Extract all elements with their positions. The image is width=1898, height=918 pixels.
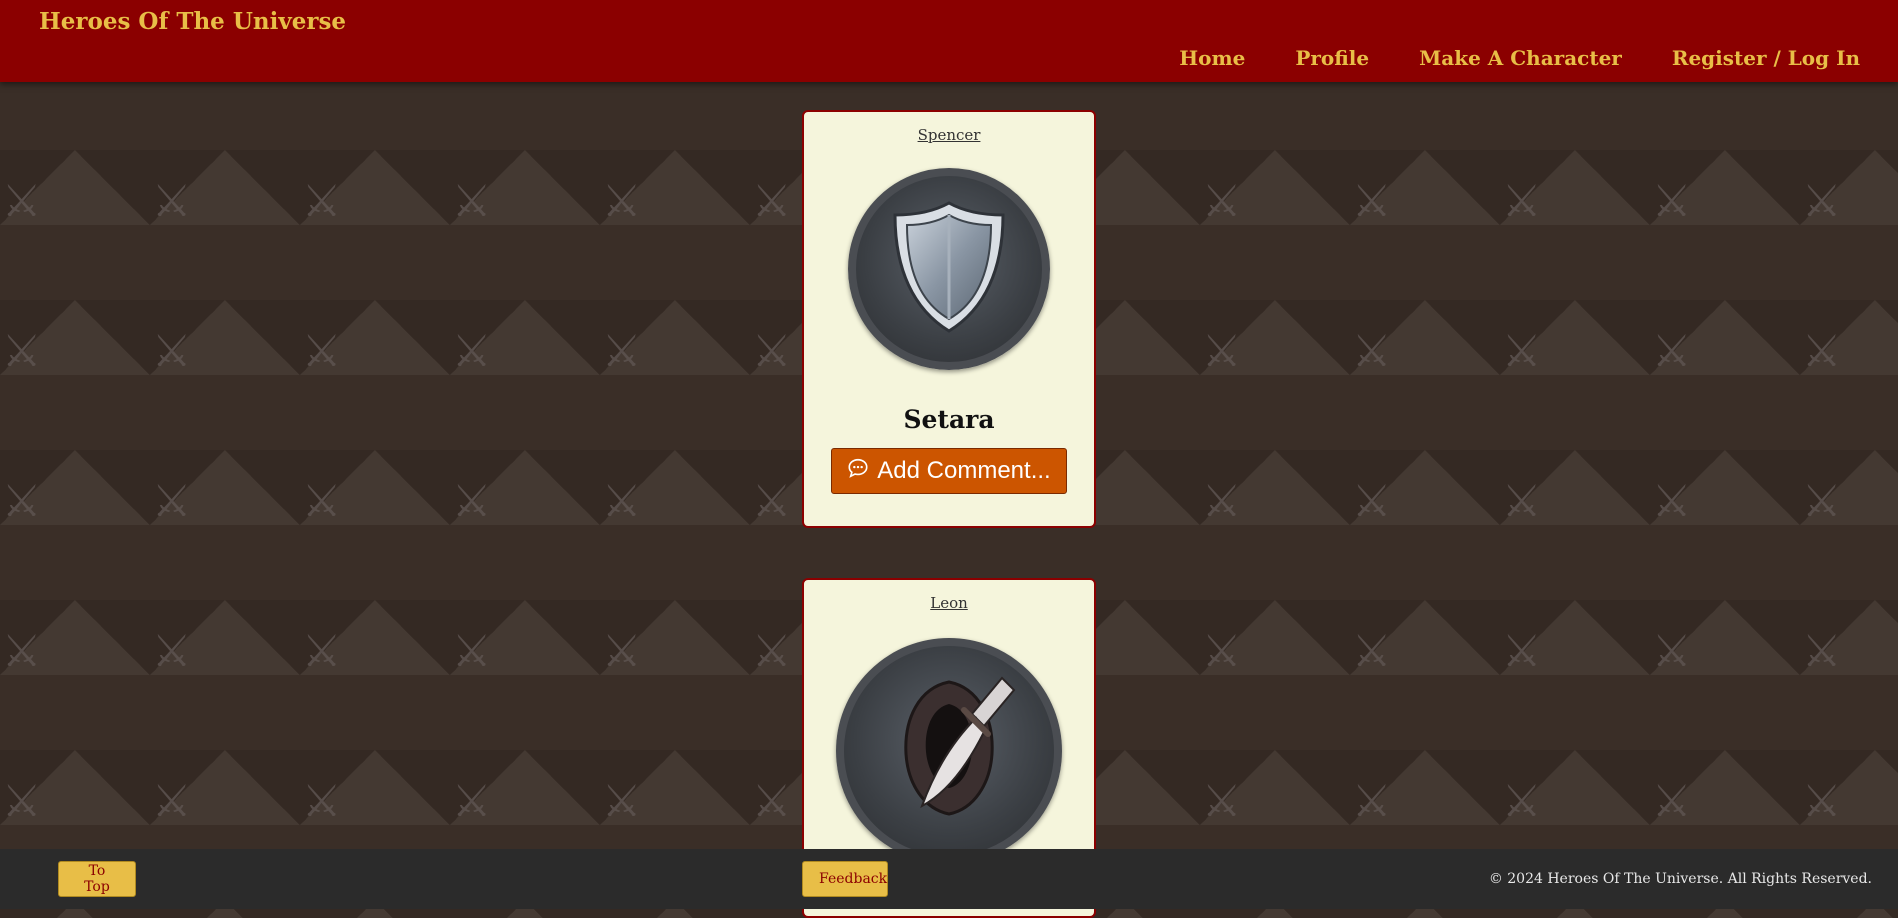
site-header: Heroes Of The Universe Home Profile Make… <box>0 0 1898 82</box>
owner-link[interactable]: Leon <box>930 594 968 612</box>
crossed-swords-icon: ⚔ <box>602 326 642 377</box>
crossed-swords-icon: ⚔ <box>752 626 792 677</box>
crossed-swords-icon: ⚔ <box>1202 176 1242 227</box>
crossed-swords-icon: ⚔ <box>1502 326 1542 377</box>
crossed-swords-icon: ⚔ <box>452 776 492 827</box>
nav-profile[interactable]: Profile <box>1295 46 1369 70</box>
crossed-swords-icon: ⚔ <box>602 176 642 227</box>
crossed-swords-icon: ⚔ <box>1502 626 1542 677</box>
crossed-swords-icon: ⚔ <box>752 776 792 827</box>
crossed-swords-icon: ⚔ <box>2 626 42 677</box>
crossed-swords-icon: ⚔ <box>2 326 42 377</box>
site-footer: To Top Feedback © 2024 Heroes Of The Uni… <box>0 849 1898 909</box>
character-name: Setara <box>903 405 995 434</box>
nav-make-character[interactable]: Make A Character <box>1419 46 1622 70</box>
comment-bubble-icon <box>847 457 869 486</box>
crossed-swords-icon: ⚔ <box>1202 476 1242 527</box>
feedback-button[interactable]: Feedback <box>802 861 888 897</box>
crossed-swords-icon: ⚔ <box>452 176 492 227</box>
hooded-rogue-dagger-icon <box>864 664 1034 838</box>
crossed-swords-icon: ⚔ <box>1652 326 1692 377</box>
crossed-swords-icon: ⚔ <box>1652 476 1692 527</box>
crossed-swords-icon: ⚔ <box>152 476 192 527</box>
crossed-swords-icon: ⚔ <box>1802 176 1842 227</box>
crossed-swords-icon: ⚔ <box>752 476 792 527</box>
crossed-swords-icon: ⚔ <box>1202 626 1242 677</box>
crossed-swords-icon: ⚔ <box>302 626 342 677</box>
crossed-swords-icon: ⚔ <box>1652 626 1692 677</box>
crossed-swords-icon: ⚔ <box>1352 476 1392 527</box>
shield-icon <box>889 197 1009 341</box>
main-nav: Home Profile Make A Character Register /… <box>1179 46 1860 70</box>
character-avatar <box>836 638 1062 864</box>
crossed-swords-icon: ⚔ <box>1202 776 1242 827</box>
nav-home[interactable]: Home <box>1179 46 1245 70</box>
crossed-swords-icon: ⚔ <box>1352 776 1392 827</box>
crossed-swords-icon: ⚔ <box>152 626 192 677</box>
crossed-swords-icon: ⚔ <box>1802 476 1842 527</box>
crossed-swords-icon: ⚔ <box>1502 476 1542 527</box>
crossed-swords-icon: ⚔ <box>1802 326 1842 377</box>
copyright-text: © 2024 Heroes Of The Universe. All Right… <box>1488 871 1872 887</box>
crossed-swords-icon: ⚔ <box>302 776 342 827</box>
crossed-swords-icon: ⚔ <box>1652 776 1692 827</box>
site-title[interactable]: Heroes Of The Universe <box>39 8 346 35</box>
crossed-swords-icon: ⚔ <box>602 476 642 527</box>
add-comment-label: Add Comment... <box>877 457 1051 484</box>
crossed-swords-icon: ⚔ <box>1802 776 1842 827</box>
character-avatar <box>848 168 1050 370</box>
crossed-swords-icon: ⚔ <box>452 476 492 527</box>
crossed-swords-icon: ⚔ <box>1802 626 1842 677</box>
crossed-swords-icon: ⚔ <box>152 776 192 827</box>
crossed-swords-icon: ⚔ <box>152 176 192 227</box>
crossed-swords-icon: ⚔ <box>1202 326 1242 377</box>
crossed-swords-icon: ⚔ <box>302 326 342 377</box>
owner-link[interactable]: Spencer <box>918 126 981 144</box>
crossed-swords-icon: ⚔ <box>452 626 492 677</box>
crossed-swords-icon: ⚔ <box>2 176 42 227</box>
to-top-button[interactable]: To Top <box>58 861 136 897</box>
crossed-swords-icon: ⚔ <box>302 176 342 227</box>
crossed-swords-icon: ⚔ <box>1352 626 1392 677</box>
crossed-swords-icon: ⚔ <box>1352 176 1392 227</box>
crossed-swords-icon: ⚔ <box>752 176 792 227</box>
crossed-swords-icon: ⚔ <box>2 776 42 827</box>
crossed-swords-icon: ⚔ <box>302 476 342 527</box>
crossed-swords-icon: ⚔ <box>1652 176 1692 227</box>
crossed-swords-icon: ⚔ <box>1502 776 1542 827</box>
character-card: Spencer Setara Add Comment... <box>802 110 1096 528</box>
crossed-swords-icon: ⚔ <box>1502 176 1542 227</box>
crossed-swords-icon: ⚔ <box>452 326 492 377</box>
crossed-swords-icon: ⚔ <box>602 776 642 827</box>
crossed-swords-icon: ⚔ <box>752 326 792 377</box>
crossed-swords-icon: ⚔ <box>152 326 192 377</box>
crossed-swords-icon: ⚔ <box>2 476 42 527</box>
add-comment-button[interactable]: Add Comment... <box>831 448 1067 494</box>
crossed-swords-icon: ⚔ <box>602 626 642 677</box>
crossed-swords-icon: ⚔ <box>1352 326 1392 377</box>
nav-register-login[interactable]: Register / Log In <box>1672 46 1860 70</box>
